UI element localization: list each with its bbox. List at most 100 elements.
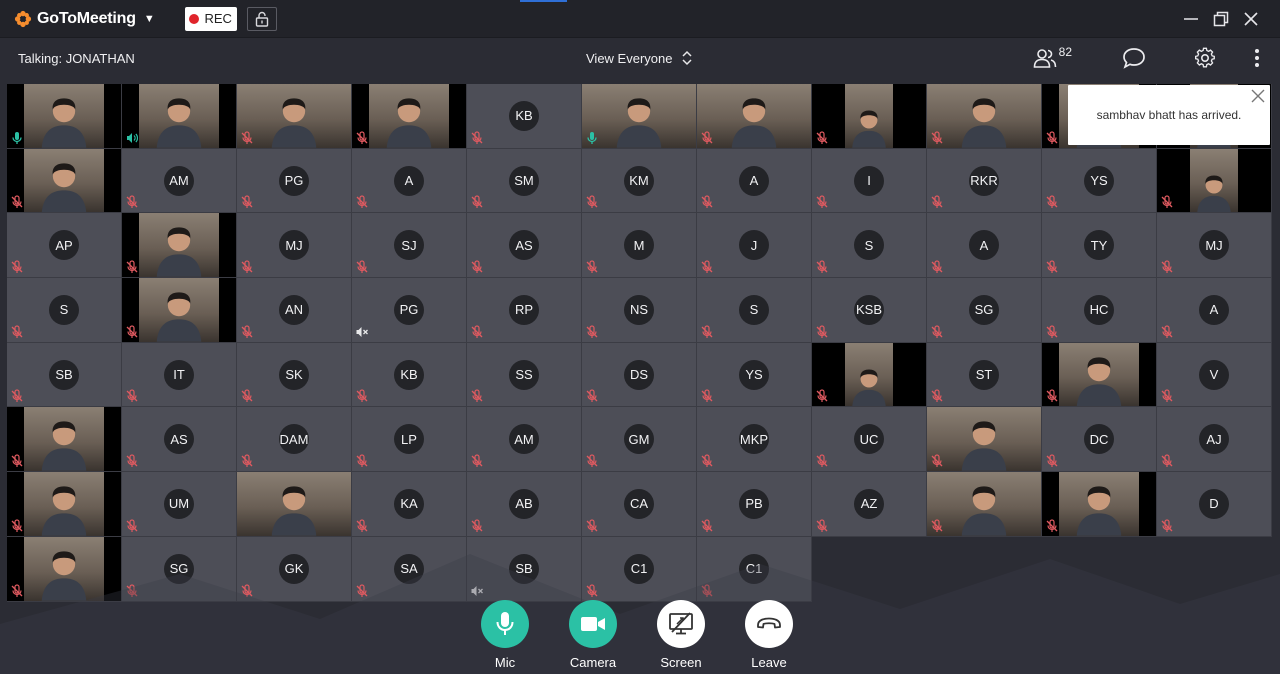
participant-tile[interactable]: SB (7, 342, 122, 408)
participant-tile[interactable]: RKR (927, 148, 1042, 214)
participant-tile[interactable]: TY (1042, 213, 1157, 279)
participant-tile[interactable]: IT (122, 342, 237, 408)
participant-tile[interactable] (812, 84, 927, 149)
minimize-icon[interactable] (1176, 11, 1206, 27)
participant-tile[interactable] (812, 342, 927, 408)
participant-tile[interactable]: AJ (1157, 407, 1272, 473)
restore-icon[interactable] (1206, 11, 1236, 27)
person-silhouette-icon (156, 227, 202, 278)
participant-tile[interactable]: SS (467, 342, 582, 408)
camera-circle[interactable] (569, 600, 617, 648)
participant-tile[interactable] (1042, 472, 1157, 537)
participant-tile[interactable] (582, 84, 697, 149)
participant-tile[interactable]: DAM (237, 407, 352, 473)
participant-tile[interactable]: S (7, 278, 122, 343)
participant-tile[interactable]: LP (352, 407, 467, 473)
participant-tile[interactable]: ST (927, 342, 1042, 408)
participant-tile[interactable]: J (697, 213, 812, 279)
participant-tile[interactable]: AS (467, 213, 582, 279)
participant-tile[interactable]: NS (582, 278, 697, 343)
participant-tile[interactable]: A (697, 148, 812, 214)
participant-tile[interactable]: HC (1042, 278, 1157, 343)
participant-tile[interactable]: PG (237, 148, 352, 214)
participant-tile[interactable] (927, 407, 1042, 473)
participant-tile[interactable] (122, 278, 237, 343)
participant-tile[interactable]: A (927, 213, 1042, 279)
participant-tile[interactable]: SJ (352, 213, 467, 279)
participant-tile[interactable]: YS (697, 342, 812, 408)
participant-tile[interactable]: V (1157, 342, 1272, 408)
participant-tile[interactable] (7, 84, 122, 149)
brand[interactable]: GoToMeeting ▼ (14, 10, 155, 28)
chevron-down-icon[interactable]: ▼ (144, 13, 155, 25)
screen-share-button[interactable]: Screen (651, 600, 711, 670)
participant-tile[interactable]: UM (122, 472, 237, 537)
participant-tile[interactable]: SM (467, 148, 582, 214)
participant-tile[interactable]: KSB (812, 278, 927, 343)
participant-tile[interactable]: MJ (1157, 213, 1272, 279)
recording-button[interactable]: REC (184, 6, 237, 31)
participant-tile[interactable]: RP (467, 278, 582, 343)
participant-tile[interactable]: AZ (812, 472, 927, 537)
participant-tile[interactable]: PB (697, 472, 812, 537)
participant-tile[interactable] (237, 84, 352, 149)
participant-tile[interactable]: M (582, 213, 697, 279)
participant-tile[interactable]: MKP (697, 407, 812, 473)
chat-button[interactable] (1122, 47, 1146, 69)
participant-tile[interactable]: AP (7, 213, 122, 279)
participant-tile[interactable]: S (697, 278, 812, 343)
participant-tile[interactable]: I (812, 148, 927, 214)
participant-tile[interactable] (1157, 148, 1272, 214)
participant-tile[interactable] (352, 84, 467, 149)
participant-tile[interactable]: YS (1042, 148, 1157, 214)
participant-tile[interactable]: DS (582, 342, 697, 408)
participant-tile[interactable] (122, 213, 237, 279)
participant-tile[interactable] (927, 472, 1042, 537)
leave-circle[interactable] (745, 600, 793, 648)
participant-tile[interactable]: AM (467, 407, 582, 473)
participant-tile[interactable]: UC (812, 407, 927, 473)
mic-muted-icon (1045, 131, 1059, 145)
participant-tile[interactable]: CA (582, 472, 697, 537)
participant-tile[interactable] (7, 407, 122, 473)
participants-button[interactable]: 82 (1033, 45, 1072, 68)
participant-tile[interactable]: KA (352, 472, 467, 537)
participant-tile[interactable]: SK (237, 342, 352, 408)
participant-tile[interactable] (697, 84, 812, 149)
close-icon[interactable] (1236, 11, 1266, 27)
participant-tile[interactable] (122, 84, 237, 149)
leave-button[interactable]: Leave (739, 600, 799, 670)
camera-button[interactable]: Camera (563, 600, 623, 670)
participant-tile[interactable]: SG (927, 278, 1042, 343)
participant-tile[interactable] (237, 472, 352, 537)
video-feed (237, 84, 351, 148)
participant-tile[interactable]: A (1157, 278, 1272, 343)
participant-tile[interactable]: AB (467, 472, 582, 537)
more-options-button[interactable] (1254, 48, 1260, 68)
participant-tile[interactable] (7, 148, 122, 214)
lock-meeting-button[interactable] (246, 6, 277, 31)
participant-tile[interactable]: AM (122, 148, 237, 214)
participant-tile[interactable] (927, 84, 1042, 149)
settings-button[interactable] (1194, 47, 1216, 69)
participant-tile[interactable] (7, 472, 122, 537)
participant-tile[interactable]: KB (467, 84, 582, 149)
participant-tile[interactable]: PG (352, 278, 467, 343)
mic-button[interactable]: Mic (475, 600, 535, 670)
participant-tile[interactable]: DC (1042, 407, 1157, 473)
participant-tile[interactable]: MJ (237, 213, 352, 279)
participant-tile[interactable] (1042, 342, 1157, 408)
notification-close-icon[interactable] (1251, 89, 1265, 106)
mic-circle[interactable] (481, 600, 529, 648)
participant-tile[interactable]: A (352, 148, 467, 214)
view-everyone-toggle[interactable]: View Everyone (586, 38, 693, 78)
participant-tile[interactable]: AS (122, 407, 237, 473)
participant-tile[interactable]: KM (582, 148, 697, 214)
screen-circle[interactable] (657, 600, 705, 648)
participant-tile[interactable]: S (812, 213, 927, 279)
participant-tile[interactable]: AN (237, 278, 352, 343)
participant-tile[interactable]: D (1157, 472, 1272, 537)
participant-tile[interactable]: GM (582, 407, 697, 473)
video-feed (927, 84, 1041, 148)
participant-tile[interactable]: KB (352, 342, 467, 408)
